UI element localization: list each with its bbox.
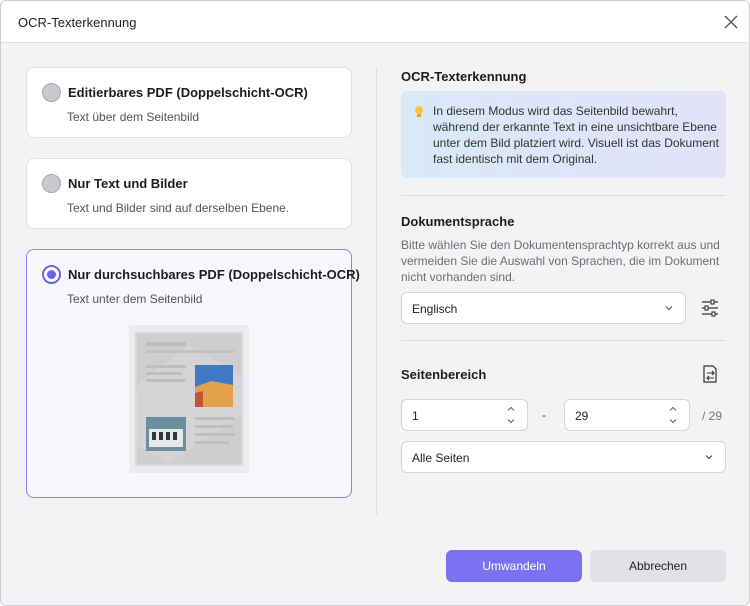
language-select-value: Englisch bbox=[412, 302, 458, 316]
section-divider bbox=[401, 195, 726, 196]
option-subtitle: Text über dem Seitenbild bbox=[67, 110, 200, 124]
chevron-down-icon bbox=[665, 306, 673, 311]
language-select[interactable]: Englisch bbox=[401, 292, 686, 324]
language-description: Bitte wählen Sie den Dokumentensprachtyp… bbox=[401, 238, 720, 284]
language-section-title: Dokumentsprache bbox=[401, 214, 515, 229]
spin-up-icon[interactable] bbox=[506, 404, 516, 414]
ocr-section-title: OCR-Texterkennung bbox=[401, 69, 527, 84]
vertical-divider bbox=[376, 67, 377, 515]
range-to-value: 29 bbox=[575, 409, 589, 423]
option-text-and-images[interactable]: Nur Text und Bilder Text und Bilder sind… bbox=[26, 158, 352, 229]
radio-searchable-pdf[interactable] bbox=[42, 265, 61, 284]
spin-down-icon[interactable] bbox=[668, 416, 678, 426]
option-subtitle: Text und Bilder sind auf derselben Ebene… bbox=[67, 201, 290, 215]
pages-select[interactable]: Alle Seiten bbox=[401, 441, 726, 473]
range-separator: - bbox=[542, 408, 546, 422]
range-from-input[interactable]: 1 bbox=[401, 399, 528, 431]
info-box: In diesem Modus wird das Seitenbild bewa… bbox=[401, 91, 726, 178]
page-range-icon bbox=[703, 365, 717, 383]
lightbulb-icon bbox=[415, 106, 423, 117]
page-range-button[interactable] bbox=[699, 363, 721, 385]
radio-editable-pdf[interactable] bbox=[42, 83, 61, 102]
dialog-title: OCR-Texterkennung bbox=[18, 15, 137, 30]
language-settings-button[interactable] bbox=[699, 297, 721, 319]
ocr-dialog: OCR-Texterkennung Editierbares PDF (Dopp… bbox=[0, 0, 750, 606]
document-preview-image bbox=[129, 325, 249, 473]
option-subtitle: Text unter dem Seitenbild bbox=[67, 292, 203, 306]
sliders-icon bbox=[702, 299, 718, 317]
range-from-value: 1 bbox=[412, 409, 419, 423]
radio-text-and-images[interactable] bbox=[42, 174, 61, 193]
cancel-button[interactable]: Abbrechen bbox=[590, 550, 726, 582]
close-button[interactable] bbox=[719, 10, 743, 34]
info-text: In diesem Modus wird das Seitenbild bewa… bbox=[433, 104, 719, 166]
option-title: Nur durchsuchbares PDF (Doppelschicht-OC… bbox=[68, 267, 360, 282]
close-icon bbox=[724, 15, 738, 29]
option-title: Nur Text und Bilder bbox=[68, 176, 188, 191]
option-title: Editierbares PDF (Doppelschicht-OCR) bbox=[68, 85, 308, 100]
range-to-input[interactable]: 29 bbox=[564, 399, 690, 431]
option-editable-pdf[interactable]: Editierbares PDF (Doppelschicht-OCR) Tex… bbox=[26, 67, 352, 138]
pages-select-value: Alle Seiten bbox=[412, 451, 470, 465]
chevron-down-icon bbox=[705, 455, 713, 460]
spin-up-icon[interactable] bbox=[668, 404, 678, 414]
page-range-section-title: Seitenbereich bbox=[401, 367, 487, 382]
range-total: / 29 bbox=[702, 409, 723, 423]
section-divider bbox=[401, 340, 726, 341]
title-bar: OCR-Texterkennung bbox=[1, 1, 749, 43]
spin-down-icon[interactable] bbox=[506, 416, 516, 426]
convert-button[interactable]: Umwandeln bbox=[446, 550, 582, 582]
